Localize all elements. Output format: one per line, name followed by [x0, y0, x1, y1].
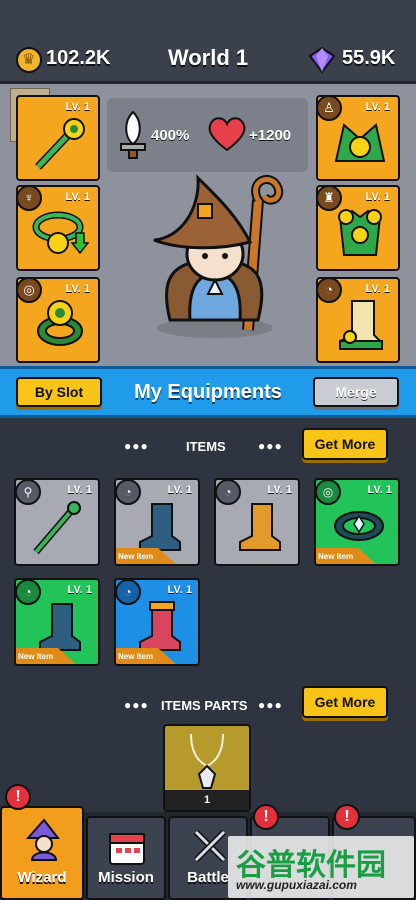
- ring-icon: [334, 511, 384, 541]
- slot-level: LV. 1: [365, 283, 390, 295]
- tab-mission[interactable]: Mission: [86, 816, 166, 900]
- tab-mission-label: Mission: [98, 869, 154, 886]
- tab5-alert-icon: !: [334, 804, 360, 830]
- slot-armor[interactable]: ♜ LV. 1: [316, 185, 400, 271]
- item-card-boot[interactable]: ◔ LV. 1 New Item: [114, 578, 200, 666]
- slot-boots[interactable]: ◔ LV. 1: [316, 277, 400, 363]
- part-card-amulet[interactable]: 1: [163, 724, 251, 812]
- item-card-ring[interactable]: ◎ LV. 1 New Item: [314, 478, 400, 566]
- slot-necklace[interactable]: ♆ LV. 1: [16, 185, 100, 271]
- hero-panel: LV. 1 ♆ LV. 1 ◎ LV. 1 400% +1200 ♙ LV. 1…: [0, 84, 416, 366]
- equipment-bar: By Slot My Equipments Merge: [0, 366, 416, 418]
- boot-icon: [239, 503, 281, 551]
- tab4-alert-icon: !: [253, 804, 279, 830]
- dots-decoration: ●●●: [124, 698, 149, 712]
- items-section-title: ITEMS: [186, 439, 226, 454]
- armor-icon: [338, 209, 382, 256]
- merge-button[interactable]: Merge: [313, 377, 399, 407]
- item-card-boot[interactable]: ◔ LV. 1: [214, 478, 300, 566]
- item-card-wand[interactable]: ⚲ LV. 1: [14, 478, 100, 566]
- watermark: 谷普软件园 www.gupuxiazai.com: [228, 836, 414, 898]
- wand-icon: [35, 118, 85, 170]
- swords-icon: [193, 829, 227, 863]
- boot-icon: [139, 503, 181, 551]
- slot-level: LV. 1: [65, 101, 90, 113]
- attack-icon: [120, 110, 146, 159]
- wizard-alert-icon: !: [5, 784, 31, 810]
- watermark-url: www.gupuxiazai.com: [236, 878, 357, 892]
- ring-icon: [37, 300, 83, 346]
- attack-stat: 400%: [151, 127, 190, 144]
- boot-icon: [39, 603, 81, 651]
- slot-wand[interactable]: LV. 1: [16, 95, 100, 181]
- dots-decoration: ●●●: [124, 439, 149, 453]
- tab-wizard[interactable]: Wizard: [0, 806, 84, 900]
- slot-level: LV. 1: [365, 191, 390, 203]
- item-level: LV. 1: [67, 584, 92, 596]
- item-level: LV. 1: [167, 484, 192, 496]
- item-level: LV. 1: [267, 484, 292, 496]
- part-count: 1: [165, 790, 249, 810]
- hat-icon: [334, 123, 386, 162]
- tab-wizard-label: Wizard: [17, 869, 67, 886]
- stats-panel: 400% +1200: [107, 98, 308, 172]
- wizard-character: [153, 174, 284, 338]
- dots-decoration: ●●●: [258, 698, 283, 712]
- equipment-title: My Equipments: [134, 381, 282, 403]
- necklace-icon: [32, 211, 90, 255]
- item-card-boot[interactable]: ◔ LV. 1 New Item: [14, 578, 100, 666]
- boots-icon: [339, 300, 383, 350]
- gem-icon: [308, 46, 336, 74]
- dots-decoration: ●●●: [258, 439, 283, 453]
- gem-count: 55.9K: [342, 47, 396, 69]
- slot-hat[interactable]: ♙ LV. 1: [316, 95, 400, 181]
- item-level: LV. 1: [367, 484, 392, 496]
- parts-section-title: ITEMS PARTS: [161, 698, 248, 713]
- calendar-icon: [109, 833, 145, 865]
- parts-get-more-button[interactable]: Get More: [302, 686, 388, 718]
- slot-level: LV. 1: [65, 283, 90, 295]
- wizard-tab-icon: [25, 818, 61, 861]
- health-stat: +1200: [249, 127, 292, 144]
- by-slot-button[interactable]: By Slot: [16, 377, 102, 407]
- items-get-more-button[interactable]: Get More: [302, 428, 388, 460]
- item-level: LV. 1: [67, 484, 92, 496]
- slot-ring[interactable]: ◎ LV. 1: [16, 277, 100, 363]
- slot-level: LV. 1: [365, 101, 390, 113]
- heart-icon: [208, 117, 246, 152]
- item-card-boot[interactable]: ◔ LV. 1 New Item: [114, 478, 200, 566]
- item-level: LV. 1: [167, 584, 192, 596]
- amulet-icon: [190, 733, 224, 789]
- slot-level: LV. 1: [65, 191, 90, 203]
- boot-icon: [139, 601, 181, 651]
- wand-icon: [33, 501, 81, 555]
- top-bar: 102.2K World 1 55.9K: [0, 0, 416, 84]
